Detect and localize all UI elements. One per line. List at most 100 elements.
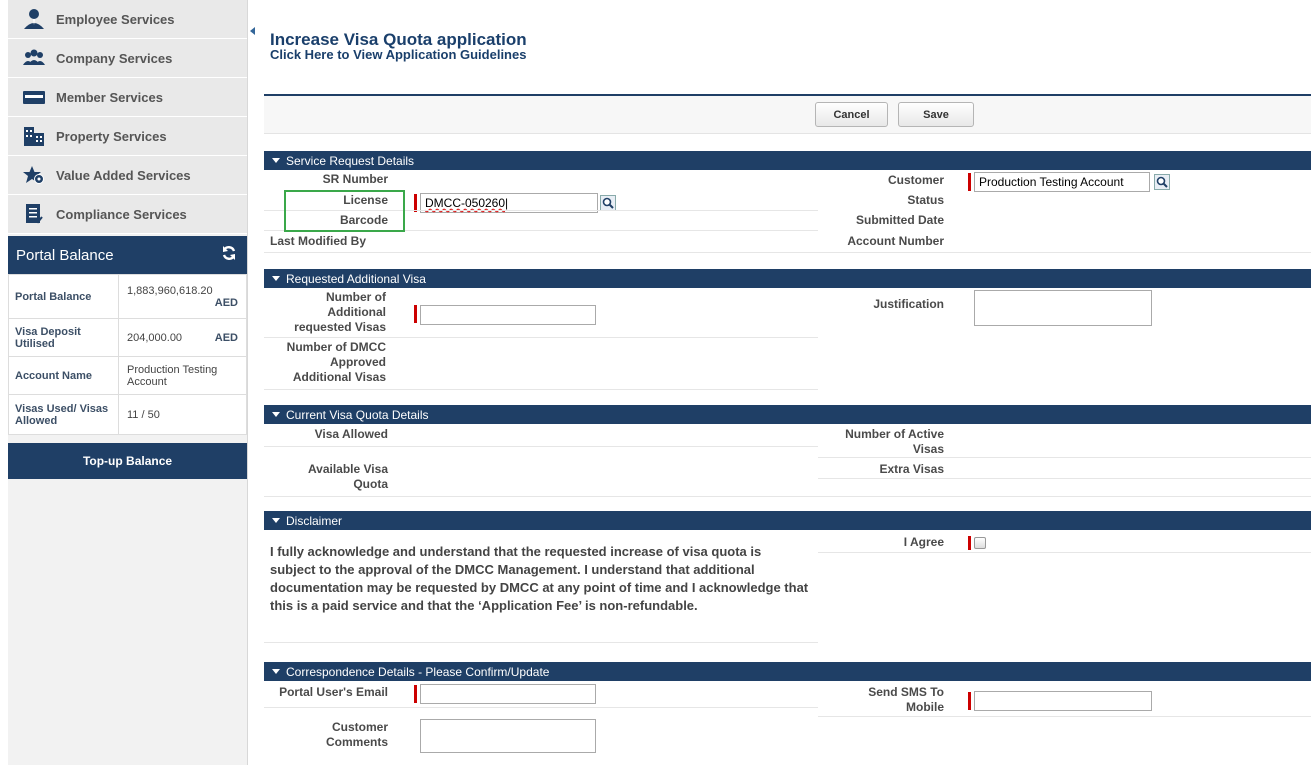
sidebar-item-label: Property Services bbox=[56, 128, 167, 144]
sidebar-item-company-services[interactable]: Company Services bbox=[8, 39, 247, 78]
balance-label: Account Name bbox=[8, 356, 119, 395]
license-value: DMCC-050260 bbox=[425, 196, 506, 210]
section-title: Current Visa Quota Details bbox=[286, 407, 429, 422]
active-visas-label: Number of Active Visas bbox=[845, 427, 944, 456]
row-divider bbox=[264, 642, 818, 643]
required-marker bbox=[414, 305, 417, 323]
send-sms-input[interactable] bbox=[974, 691, 1152, 711]
highlight-box bbox=[284, 190, 405, 232]
disclaimer-text: I fully acknowledge and understand that … bbox=[270, 544, 809, 613]
member-card-icon bbox=[22, 86, 46, 108]
i-agree-label: I Agree bbox=[903, 535, 944, 549]
balance-label: Visas Used/ Visas Allowed bbox=[8, 394, 119, 435]
customer-lookup-icon[interactable] bbox=[1154, 174, 1170, 190]
guidelines-link[interactable]: Click Here to View Application Guideline… bbox=[270, 47, 526, 62]
submitted-date-label: Submitted Date bbox=[855, 213, 944, 227]
balance-label: Visa Deposit Utilised bbox=[8, 318, 119, 357]
license-lookup-icon[interactable] bbox=[600, 195, 616, 211]
refresh-icon[interactable] bbox=[221, 245, 237, 265]
justification-textarea[interactable] bbox=[974, 290, 1152, 326]
customer-comments-textarea[interactable] bbox=[420, 719, 596, 753]
send-sms-label: Send SMS To Mobile bbox=[868, 685, 944, 714]
section-header-service-request[interactable]: Service Request Details bbox=[264, 151, 1311, 170]
collapse-sidebar-icon[interactable] bbox=[250, 27, 255, 35]
available-quota-label: Available Visa Quota bbox=[307, 462, 388, 491]
sidebar-item-property-services[interactable]: Property Services bbox=[8, 117, 247, 156]
row-divider bbox=[818, 478, 1311, 479]
section-header-correspondence[interactable]: Correspondence Details - Please Confirm/… bbox=[264, 662, 1311, 681]
balance-value-cell: 1,883,960,618.20 AED bbox=[118, 274, 247, 319]
required-marker bbox=[414, 685, 417, 703]
i-agree-checkbox[interactable] bbox=[974, 537, 986, 549]
num-approved-label: Number of DMCC Approved Additional Visas bbox=[286, 340, 386, 384]
row-divider bbox=[818, 552, 1311, 553]
portal-email-label: Portal User's Email bbox=[279, 685, 388, 699]
customer-input[interactable]: Production Testing Account bbox=[974, 172, 1150, 192]
section-title: Correspondence Details - Please Confirm/… bbox=[286, 664, 550, 679]
collapse-triangle-icon bbox=[272, 276, 280, 281]
customer-comments-label: Customer Comments bbox=[325, 720, 388, 749]
row-divider bbox=[264, 707, 818, 708]
employee-icon bbox=[22, 8, 46, 30]
save-button[interactable]: Save bbox=[898, 102, 974, 127]
portal-email-input[interactable] bbox=[420, 684, 596, 704]
balance-currency: AED bbox=[214, 331, 238, 344]
topup-balance-button[interactable]: Top-up Balance bbox=[8, 443, 247, 479]
sidebar-item-label: Value Added Services bbox=[56, 167, 191, 183]
justification-label: Justification bbox=[873, 297, 944, 311]
balance-label: Portal Balance bbox=[8, 274, 119, 319]
sidebar-item-label: Employee Services bbox=[56, 11, 175, 27]
row-divider bbox=[818, 457, 1311, 458]
row-divider bbox=[264, 496, 1311, 497]
balance-value: 204,000.00 bbox=[127, 331, 183, 344]
section-title: Service Request Details bbox=[286, 153, 415, 168]
portal-balance-title: Portal Balance bbox=[16, 246, 114, 264]
cancel-button[interactable]: Cancel bbox=[815, 102, 888, 127]
document-check-icon bbox=[22, 203, 46, 225]
required-marker bbox=[968, 173, 971, 191]
collapse-triangle-icon bbox=[272, 412, 280, 417]
required-marker bbox=[968, 692, 971, 710]
section-header-current-quota[interactable]: Current Visa Quota Details bbox=[264, 405, 1311, 424]
collapse-triangle-icon bbox=[272, 158, 280, 163]
sidebar-item-label: Company Services bbox=[56, 50, 173, 66]
row-divider bbox=[264, 389, 818, 390]
sidebar-item-compliance-services[interactable]: Compliance Services bbox=[8, 195, 247, 234]
customer-label: Customer bbox=[887, 173, 944, 187]
account-number-label: Account Number bbox=[847, 234, 944, 248]
required-marker bbox=[968, 536, 971, 550]
balance-row: Portal Balance 1,883,960,618.20 AED bbox=[8, 274, 247, 319]
balance-row: Visas Used/ Visas Allowed 11 / 50 bbox=[8, 394, 247, 435]
balance-value-cell: 204,000.00 AED bbox=[118, 318, 247, 357]
balance-value: Production Testing Account bbox=[118, 356, 247, 395]
row-divider bbox=[264, 337, 818, 338]
button-bar: Cancel Save bbox=[264, 96, 1311, 134]
row-divider bbox=[818, 716, 1311, 717]
last-modified-label: Last Modified By bbox=[270, 234, 367, 248]
balance-row: Account Name Production Testing Account bbox=[8, 356, 247, 395]
collapse-triangle-icon bbox=[272, 669, 280, 674]
sidebar-item-value-added-services[interactable]: Value Added Services bbox=[8, 156, 247, 195]
visa-allowed-label: Visa Allowed bbox=[314, 427, 388, 441]
company-icon bbox=[22, 47, 46, 69]
balance-value: 11 / 50 bbox=[118, 394, 247, 435]
sidebar-item-label: Member Services bbox=[56, 89, 163, 105]
sr-number-label: SR Number bbox=[322, 172, 388, 186]
portal-balance-header: Portal Balance bbox=[8, 236, 247, 274]
row-divider bbox=[264, 252, 1311, 253]
section-header-requested-visa[interactable]: Requested Additional Visa bbox=[264, 269, 1311, 288]
main-content: Increase Visa Quota application Click He… bbox=[264, 0, 1311, 765]
sidebar-item-employee-services[interactable]: Employee Services bbox=[8, 0, 247, 39]
section-title: Requested Additional Visa bbox=[286, 271, 426, 286]
section-title: Disclaimer bbox=[286, 513, 343, 528]
num-requested-input[interactable] bbox=[420, 305, 596, 325]
status-label: Status bbox=[907, 193, 944, 207]
num-requested-label: Number of Additional requested Visas bbox=[294, 290, 386, 334]
balance-table: Portal Balance 1,883,960,618.20 AED Visa… bbox=[8, 274, 247, 435]
building-icon bbox=[22, 125, 46, 147]
section-header-disclaimer[interactable]: Disclaimer bbox=[264, 511, 1311, 530]
star-gear-icon bbox=[22, 164, 46, 186]
balance-currency: AED bbox=[214, 296, 238, 309]
collapse-triangle-icon bbox=[272, 518, 280, 523]
sidebar-item-member-services[interactable]: Member Services bbox=[8, 78, 247, 117]
